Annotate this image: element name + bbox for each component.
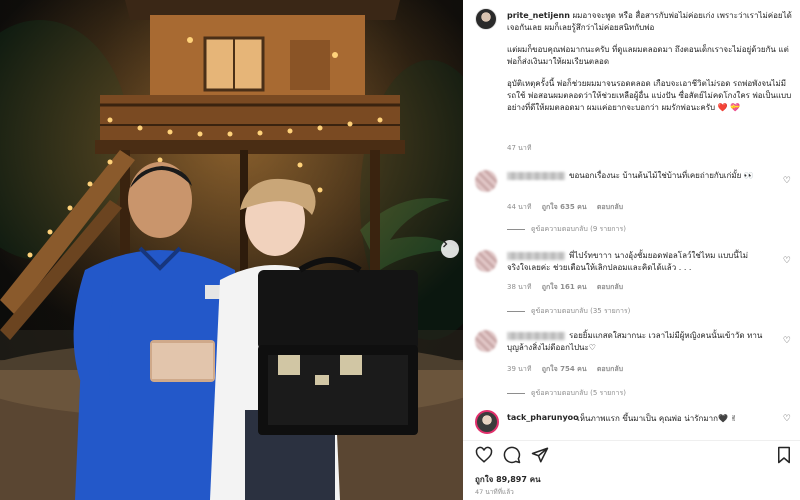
post-side-panel: prite_netijenn ผมอาจจะพูด หรือ สื่อสารกั… [463,0,800,500]
comment-icon[interactable] [503,446,521,464]
post-photo [0,0,463,500]
bookmark-icon[interactable] [775,446,793,464]
comment-time: 39 นาที [507,365,532,373]
comment-text: ขอนอกเรื่องนะ บ้านต้นไม้ใช่บ้านที่เคยถ่า… [569,171,754,180]
divider [463,440,800,441]
comment-meta: 44 นาที ถูกใจ 635 คน ตอบกลับ [507,202,631,213]
next-photo-button[interactable] [441,240,459,258]
caption-paragraph-2: แต่ผมก็ขอบคุณพ่อมากนะครับ ที่ดูแลผมตลอดม… [507,45,789,66]
comment-reply-button[interactable]: ตอบกลับ [597,203,623,211]
comment-likes[interactable]: ถูกใจ 161 คน [542,283,587,291]
view-replies-button[interactable]: ดูข้อความตอบกลับ (5 รายการ) [507,388,626,399]
comment-like-button[interactable]: ♡ [783,176,791,186]
author-username[interactable]: prite_netijenn [507,11,570,20]
comment-like-button[interactable]: ♡ [783,336,791,346]
view-replies-button[interactable]: ดูข้อความตอบกลับ (9 รายการ) [507,224,626,235]
share-icon[interactable] [531,446,549,464]
likes-count[interactable]: ถูกใจ 89,897 คน [475,473,541,486]
caption-paragraph-3: อุบัติเหตุครั้งนี้ พ่อก็ช่วยผมมาจนรอดตลอ… [507,79,792,112]
comment-text: รอยยิ้มแกสดใสมากนะ เวลาไม่มีผู้หญิงคนนั้… [507,331,763,352]
comment-likes[interactable]: ถูกใจ 635 คน [542,203,587,211]
post-timestamp: 47 นาทีที่แล้ว [475,488,514,496]
commenter-avatar[interactable] [475,170,497,192]
caption-timestamp: 47 นาที [507,144,532,152]
comment-meta: 39 นาที ถูกใจ 754 คน ตอบกลับ [507,364,631,375]
comment-reply-button[interactable]: ตอบกลับ [597,365,623,373]
commenter-avatar[interactable] [475,410,499,434]
comment-like-button[interactable]: ♡ [783,414,791,424]
photo-illustration [0,0,463,500]
heart-icon[interactable] [475,446,493,464]
comment-likes[interactable]: ถูกใจ 754 คน [542,365,587,373]
comment-text: เห็นภาพแรก ขึ้นมาเป็น คุณพ่อ น่ารักมาก🖤 … [577,414,738,423]
commenter-avatar[interactable] [475,250,497,272]
comment-reply-button[interactable]: ตอบกลับ [597,283,623,291]
view-replies-button[interactable]: ดูข้อความตอบกลับ (35 รายการ) [507,306,630,317]
comment-time: 44 นาที [507,203,532,211]
action-bar [475,446,793,464]
chevron-right-icon [443,240,448,248]
comment-time: 38 นาที [507,283,532,291]
comment-text: พี่ไปร์ทขาาา นางอุ้งชั้มยอดฟอลโลว์ใช่ไหม… [507,251,748,272]
comment-like-button[interactable]: ♡ [783,256,791,266]
commenter-avatar[interactable] [475,330,497,352]
post-caption: prite_netijenn ผมอาจจะพูด หรือ สื่อสารกั… [507,10,792,124]
author-avatar[interactable] [475,8,497,30]
comment-meta: 38 นาที ถูกใจ 161 คน ตอบกลับ [507,282,631,293]
